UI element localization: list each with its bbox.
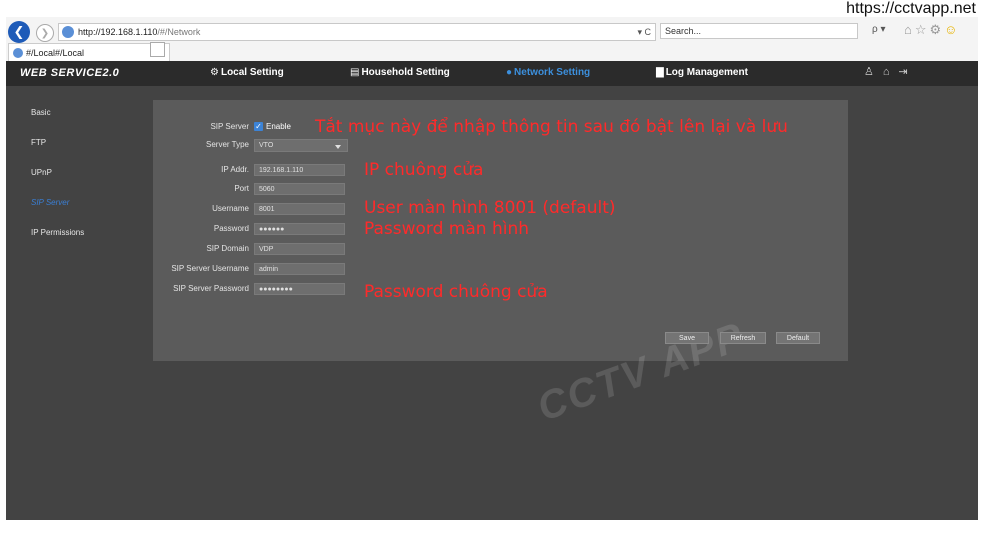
- settings-gear-icon[interactable]: ⚙: [930, 22, 945, 37]
- sidebar: Basic FTP UPnP SIP Server IP Permissions: [6, 86, 146, 520]
- ip-addr-label: IP Addr.: [221, 165, 249, 174]
- user-icon[interactable]: ♙: [864, 66, 883, 78]
- sip-server-username-input[interactable]: admin: [254, 263, 345, 275]
- menu-label: Log Management: [665, 67, 748, 78]
- brand-logo: WEB SERVICE2.0: [20, 67, 120, 79]
- toolbar-icons: ⌂☆⚙☺: [904, 22, 960, 38]
- sip-enable-checkbox[interactable]: ✓: [254, 122, 263, 131]
- sip-domain-label: SIP Domain: [206, 244, 249, 253]
- annotation-ip: IP chuông cửa: [364, 160, 484, 180]
- server-type-value: VTO: [259, 142, 274, 149]
- forward-arrow-icon[interactable]: ❯: [36, 24, 54, 42]
- menu-label: Network Setting: [514, 67, 591, 78]
- annotation-user: User màn hình 8001 (default): [364, 198, 616, 218]
- url-host: http://192.168.1.110: [78, 27, 158, 37]
- logout-icon[interactable]: ⇥: [899, 66, 917, 78]
- favorites-star-icon[interactable]: ☆: [915, 22, 930, 37]
- chevron-down-icon: [335, 145, 341, 149]
- search-placeholder: Search...: [665, 26, 702, 36]
- password-label: Password: [213, 224, 249, 233]
- port-label: Port: [234, 184, 249, 193]
- sip-domain-input[interactable]: VDP: [254, 243, 345, 255]
- watermark-logo: CCTV APP: [531, 314, 751, 430]
- server-type-label: Server Type: [206, 140, 249, 149]
- menu-household-setting[interactable]: ▤ Household Setting: [350, 67, 450, 78]
- sidebar-item-ip-permissions[interactable]: IP Permissions: [31, 228, 84, 237]
- sidebar-item-basic[interactable]: Basic: [31, 108, 51, 117]
- menu-local-setting[interactable]: ⚙ Local Setting: [210, 67, 284, 78]
- main-area: Basic FTP UPnP SIP Server IP Permissions…: [6, 86, 978, 520]
- refresh-icon[interactable]: ▾ C: [637, 27, 651, 38]
- browser-tab[interactable]: #/Local#/Local ×: [8, 43, 170, 61]
- site-icon: [62, 26, 74, 38]
- refresh-button[interactable]: Refresh: [720, 332, 766, 344]
- sip-server-password-input[interactable]: ●●●●●●●●: [254, 283, 345, 295]
- search-icon[interactable]: ρ ▾: [872, 24, 886, 35]
- building-icon: ▤: [350, 67, 360, 78]
- username-label: Username: [212, 204, 249, 213]
- browser-chrome: ❮ ❯ http://192.168.1.110 /#/Network ▾ C …: [6, 17, 978, 61]
- header-icons: ♙⌂⇥: [864, 65, 917, 78]
- default-button[interactable]: Default: [776, 332, 820, 344]
- back-arrow-icon[interactable]: ❮: [8, 21, 30, 43]
- tab-favicon-icon: [13, 47, 23, 58]
- username-input[interactable]: 8001: [254, 203, 345, 215]
- annotation-password: Password màn hình: [364, 219, 530, 239]
- menu-log-management[interactable]: ▇ Log Management: [656, 67, 748, 78]
- menu-network-setting[interactable]: ● Network Setting: [506, 67, 590, 78]
- url-path: /#/Network: [157, 27, 201, 37]
- address-bar[interactable]: http://192.168.1.110 /#/Network ▾ C: [58, 23, 656, 41]
- new-tab-button[interactable]: [150, 42, 165, 57]
- annotation-server-password: Password chuông cửa: [364, 282, 548, 302]
- feedback-smiley-icon[interactable]: ☺: [944, 22, 960, 37]
- annotation-sip-server: Tắt mục này để nhập thông tin sau đó bật…: [315, 117, 788, 137]
- globe-icon: ●: [506, 67, 513, 78]
- app-header: WEB SERVICE2.0 ⚙ Local Setting ▤ Household…: [6, 61, 978, 86]
- enable-label: Enable: [266, 122, 291, 131]
- sip-server-username-label: SIP Server Username: [171, 264, 249, 273]
- document-icon: ▇: [656, 67, 664, 78]
- gear-icon: ⚙: [210, 67, 219, 78]
- home-icon[interactable]: ⌂: [883, 66, 899, 78]
- sip-server-label: SIP Server: [210, 122, 249, 131]
- home-icon[interactable]: ⌂: [904, 22, 915, 37]
- password-input[interactable]: ●●●●●●: [254, 223, 345, 235]
- save-button[interactable]: Save: [665, 332, 709, 344]
- menu-label: Local Setting: [220, 67, 284, 78]
- menu-label: Household Setting: [361, 67, 450, 78]
- sidebar-item-upnp[interactable]: UPnP: [31, 168, 52, 177]
- sip-server-password-label: SIP Server Password: [173, 284, 249, 293]
- server-type-select[interactable]: VTO: [254, 139, 348, 152]
- sidebar-item-ftp[interactable]: FTP: [31, 138, 46, 147]
- tab-title: #/Local#/Local: [26, 47, 85, 58]
- watermark-url: https://cctvapp.net: [846, 0, 976, 17]
- port-input[interactable]: 5060: [254, 183, 345, 195]
- search-input[interactable]: Search...: [660, 23, 858, 39]
- ip-addr-input[interactable]: 192.168.1.110: [254, 164, 345, 176]
- sidebar-item-sip-server[interactable]: SIP Server: [31, 198, 69, 207]
